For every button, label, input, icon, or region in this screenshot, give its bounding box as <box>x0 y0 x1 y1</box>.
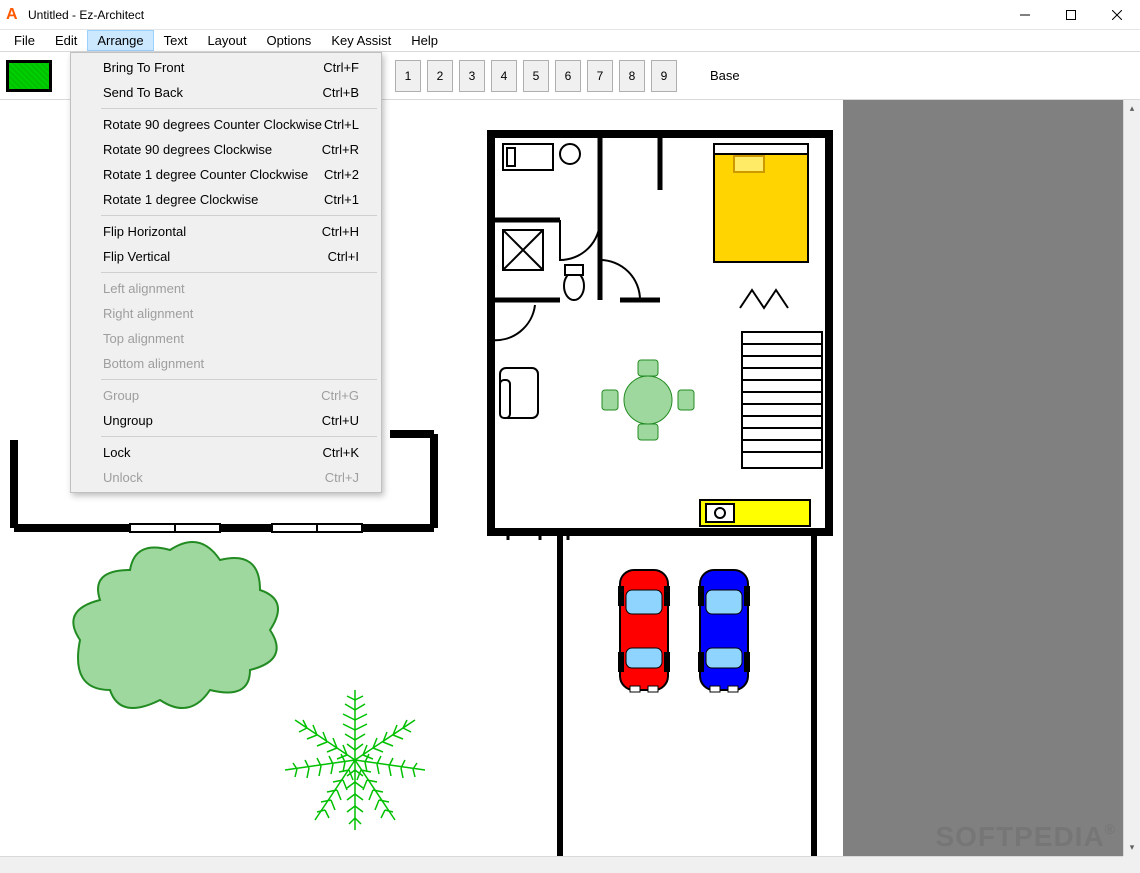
menu-item-rotate-90-degrees-clockwise[interactable]: Rotate 90 degrees Clockwise Ctrl+R <box>73 137 379 162</box>
minimize-button[interactable] <box>1002 0 1048 30</box>
menu-item-shortcut: Ctrl+G <box>321 388 359 403</box>
menu-separator <box>101 272 377 273</box>
layer-button-8[interactable]: 8 <box>619 60 645 92</box>
menu-help[interactable]: Help <box>401 30 448 51</box>
menu-key-assist[interactable]: Key Assist <box>321 30 401 51</box>
menu-item-top-alignment: Top alignment <box>73 326 379 351</box>
menu-item-rotate-1-degree-clockwise[interactable]: Rotate 1 degree Clockwise Ctrl+1 <box>73 187 379 212</box>
scroll-up-icon[interactable]: ▴ <box>1124 100 1140 117</box>
layer-button-3[interactable]: 3 <box>459 60 485 92</box>
menu-item-shortcut: Ctrl+F <box>323 60 359 75</box>
layer-label: Base <box>710 68 740 83</box>
car-blue-icon <box>698 570 750 692</box>
menu-separator <box>101 379 377 380</box>
menu-separator <box>101 215 377 216</box>
menu-item-group: Group Ctrl+G <box>73 383 379 408</box>
bush-icon <box>73 542 278 708</box>
menu-item-label: Send To Back <box>103 85 183 100</box>
menu-item-left-alignment: Left alignment <box>73 276 379 301</box>
menu-item-shortcut: Ctrl+R <box>322 142 359 157</box>
menu-item-shortcut: Ctrl+I <box>328 249 359 264</box>
layer-button-5[interactable]: 5 <box>523 60 549 92</box>
menu-item-label: Unlock <box>103 470 143 485</box>
layer-button-1[interactable]: 1 <box>395 60 421 92</box>
menu-item-unlock: Unlock Ctrl+J <box>73 465 379 490</box>
menu-item-shortcut: Ctrl+L <box>324 117 359 132</box>
menu-item-bottom-alignment: Bottom alignment <box>73 351 379 376</box>
scroll-down-icon[interactable]: ▾ <box>1124 839 1140 856</box>
menu-item-right-alignment: Right alignment <box>73 301 379 326</box>
menu-item-shortcut: Ctrl+1 <box>324 192 359 207</box>
menu-item-label: Rotate 1 degree Counter Clockwise <box>103 167 308 182</box>
menu-item-label: Group <box>103 388 139 403</box>
layer-button-4[interactable]: 4 <box>491 60 517 92</box>
menu-item-rotate-1-degree-counter-clockwise[interactable]: Rotate 1 degree Counter Clockwise Ctrl+2 <box>73 162 379 187</box>
menu-separator <box>101 436 377 437</box>
layer-button-2[interactable]: 2 <box>427 60 453 92</box>
off-canvas-area <box>843 100 1123 856</box>
menu-text[interactable]: Text <box>154 30 198 51</box>
close-button[interactable] <box>1094 0 1140 30</box>
car-red-icon <box>618 570 670 692</box>
menu-item-shortcut: Ctrl+K <box>323 445 359 460</box>
horizontal-scrollbar[interactable] <box>0 856 1123 873</box>
menu-item-ungroup[interactable]: Ungroup Ctrl+U <box>73 408 379 433</box>
layer-button-6[interactable]: 6 <box>555 60 581 92</box>
menu-edit[interactable]: Edit <box>45 30 87 51</box>
menu-item-bring-to-front[interactable]: Bring To Front Ctrl+F <box>73 55 379 80</box>
menu-item-rotate-90-degrees-counter-clockwise[interactable]: Rotate 90 degrees Counter ClockwiseCtrl+… <box>73 112 379 137</box>
menu-item-label: Rotate 90 degrees Counter Clockwise <box>103 117 322 132</box>
menu-item-shortcut: Ctrl+U <box>322 413 359 428</box>
menu-item-lock[interactable]: Lock Ctrl+K <box>73 440 379 465</box>
menu-item-shortcut: Ctrl+2 <box>324 167 359 182</box>
menu-item-label: Top alignment <box>103 331 184 346</box>
menu-file[interactable]: File <box>4 30 45 51</box>
scroll-corner <box>1123 856 1140 873</box>
menu-item-label: Left alignment <box>103 281 185 296</box>
menu-options[interactable]: Options <box>257 30 322 51</box>
arrange-dropdown[interactable]: Bring To Front Ctrl+F Send To Back Ctrl+B Ro… <box>70 52 382 493</box>
menu-separator <box>101 108 377 109</box>
menu-item-label: Bottom alignment <box>103 356 204 371</box>
menu-item-label: Flip Vertical <box>103 249 170 264</box>
current-color-swatch[interactable] <box>6 60 52 92</box>
menubar: File Edit Arrange Text Layout Options Ke… <box>0 30 1140 52</box>
menu-layout[interactable]: Layout <box>197 30 256 51</box>
window-controls <box>1002 0 1140 30</box>
vertical-scrollbar[interactable]: ▴ ▾ <box>1123 100 1140 856</box>
menu-item-shortcut: Ctrl+J <box>325 470 359 485</box>
maximize-button[interactable] <box>1048 0 1094 30</box>
menu-item-label: Rotate 1 degree Clockwise <box>103 192 258 207</box>
plant-icon <box>285 690 425 830</box>
menu-item-label: Rotate 90 degrees Clockwise <box>103 142 272 157</box>
menu-item-flip-vertical[interactable]: Flip Vertical Ctrl+I <box>73 244 379 269</box>
layer-button-7[interactable]: 7 <box>587 60 613 92</box>
menu-item-send-to-back[interactable]: Send To Back Ctrl+B <box>73 80 379 105</box>
menu-arrange[interactable]: Arrange <box>87 30 153 51</box>
menu-item-flip-horizontal[interactable]: Flip Horizontal Ctrl+H <box>73 219 379 244</box>
window-title: Untitled - Ez-Architect <box>28 8 144 22</box>
menu-item-label: Ungroup <box>103 413 153 428</box>
titlebar: A Untitled - Ez-Architect <box>0 0 1140 30</box>
layer-button-9[interactable]: 9 <box>651 60 677 92</box>
menu-item-shortcut: Ctrl+H <box>322 224 359 239</box>
menu-item-label: Bring To Front <box>103 60 184 75</box>
menu-item-label: Flip Horizontal <box>103 224 186 239</box>
menu-item-shortcut: Ctrl+B <box>323 85 359 100</box>
menu-item-label: Right alignment <box>103 306 193 321</box>
menu-item-label: Lock <box>103 445 130 460</box>
app-icon: A <box>6 7 22 23</box>
